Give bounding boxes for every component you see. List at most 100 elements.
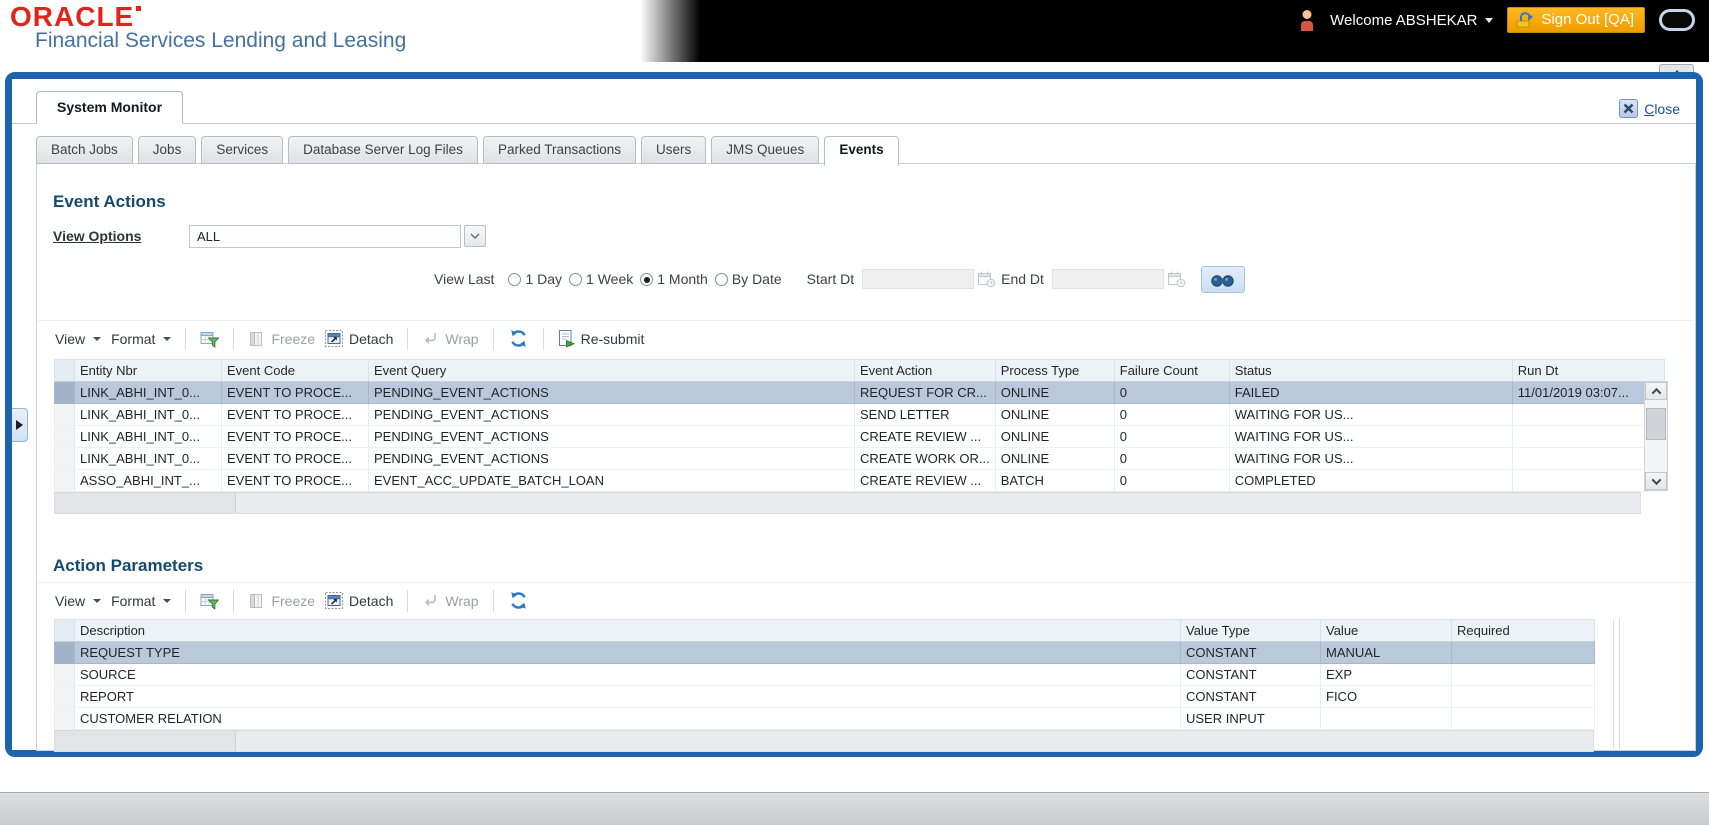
view-options-select[interactable]: ALL xyxy=(189,224,461,248)
cell[interactable] xyxy=(1511,447,1665,470)
tab-database-server-log-files[interactable]: Database Server Log Files xyxy=(288,136,478,164)
format-menu-button[interactable]: Format xyxy=(106,329,176,349)
cell[interactable]: CONSTANT xyxy=(1180,685,1321,708)
cell[interactable]: SEND LETTER xyxy=(854,403,996,426)
cell[interactable]: LINK_ABHI_INT_0... xyxy=(74,447,222,470)
cell[interactable]: CONSTANT xyxy=(1180,641,1321,664)
cell[interactable]: ONLINE xyxy=(994,381,1115,404)
cell[interactable]: CREATE REVIEW ... xyxy=(854,469,996,492)
tab-jobs[interactable]: Jobs xyxy=(137,136,197,164)
cell[interactable]: ONLINE xyxy=(994,403,1115,426)
refresh-button[interactable] xyxy=(503,326,534,351)
expand-sidebar-button[interactable] xyxy=(12,408,28,442)
column-header-failure-count[interactable]: Failure Count xyxy=(1113,359,1230,382)
sign-out-button[interactable]: Sign Out [QA] xyxy=(1507,7,1645,33)
table-row[interactable]: LINK_ABHI_INT_0... EVENT TO PROCE... PENDI… xyxy=(54,447,1665,470)
cell[interactable]: WAITING FOR US... xyxy=(1228,425,1513,448)
cell[interactable] xyxy=(1511,469,1665,492)
cell[interactable]: 0 xyxy=(1113,447,1230,470)
cell[interactable]: USER INPUT xyxy=(1180,707,1321,730)
table-row[interactable]: LINK_ABHI_INT_0... EVENT TO PROCE... PENDI… xyxy=(54,425,1665,448)
row-selector[interactable] xyxy=(54,641,75,664)
row-selector[interactable] xyxy=(54,425,75,448)
detach-button[interactable]: Detach xyxy=(320,328,398,349)
cell[interactable]: 0 xyxy=(1113,403,1230,426)
cell[interactable]: 11/01/2019 03:07... xyxy=(1511,381,1665,404)
scrollbar-up-button[interactable] xyxy=(1645,382,1667,400)
search-binoculars-button[interactable] xyxy=(1200,265,1245,293)
cell[interactable]: BATCH xyxy=(994,469,1115,492)
tab-events[interactable]: Events xyxy=(824,136,899,166)
cell[interactable] xyxy=(1451,685,1595,708)
tab-services[interactable]: Services xyxy=(201,136,284,164)
scrollbar-thumb[interactable] xyxy=(1646,408,1666,440)
column-header-event-action[interactable]: Event Action xyxy=(854,359,996,382)
cell[interactable]: ONLINE xyxy=(994,447,1115,470)
cell[interactable]: EVENT_ACC_UPDATE_BATCH_LOAN xyxy=(368,469,855,492)
cell[interactable]: CREATE WORK OR... xyxy=(854,447,996,470)
cell[interactable]: EVENT TO PROCE... xyxy=(221,469,369,492)
cell[interactable] xyxy=(1511,403,1665,426)
cell[interactable]: REQUEST FOR CR... xyxy=(854,381,996,404)
cell[interactable] xyxy=(1511,425,1665,448)
view-menu-button[interactable]: View xyxy=(50,329,106,349)
row-selector[interactable] xyxy=(54,403,75,426)
table-row[interactable]: REPORT CONSTANT FICO xyxy=(54,685,1595,708)
close-button[interactable]: Close xyxy=(1619,99,1680,118)
cell[interactable]: CONSTANT xyxy=(1180,663,1321,686)
welcome-menu[interactable]: Welcome ABSHEKAR xyxy=(1330,12,1494,29)
cell[interactable] xyxy=(1451,707,1595,730)
cell[interactable]: FICO xyxy=(1320,685,1452,708)
cell[interactable]: PENDING_EVENT_ACTIONS xyxy=(368,403,855,426)
cell[interactable]: MANUAL xyxy=(1320,641,1452,664)
row-selector[interactable] xyxy=(54,707,75,730)
table-row[interactable]: REQUEST TYPE CONSTANT MANUAL xyxy=(54,641,1595,664)
cell[interactable]: 0 xyxy=(1113,425,1230,448)
column-header-description[interactable]: Description xyxy=(74,619,1181,642)
column-header-event-code[interactable]: Event Code xyxy=(221,359,369,382)
cell[interactable]: LINK_ABHI_INT_0... xyxy=(74,381,222,404)
cell[interactable]: 0 xyxy=(1113,469,1230,492)
resubmit-button[interactable]: Re-submit xyxy=(553,327,650,350)
column-header-process-type[interactable]: Process Type xyxy=(994,359,1115,382)
cell[interactable]: CREATE REVIEW ... xyxy=(854,425,996,448)
column-header-status[interactable]: Status xyxy=(1228,359,1513,382)
combobox-dropdown-button[interactable] xyxy=(464,225,486,247)
scrollbar-down-button[interactable] xyxy=(1645,472,1667,490)
cell[interactable]: SOURCE xyxy=(74,663,1181,686)
tab-batch-jobs[interactable]: Batch Jobs xyxy=(36,136,133,164)
query-by-example-button[interactable] xyxy=(195,328,224,350)
cell[interactable]: LINK_ABHI_INT_0... xyxy=(74,403,222,426)
cell[interactable]: PENDING_EVENT_ACTIONS xyxy=(368,425,855,448)
column-header-run-dt[interactable]: Run Dt xyxy=(1511,359,1665,382)
format-menu-button[interactable]: Format xyxy=(106,591,176,611)
radio-by-date[interactable]: By Date xyxy=(714,271,782,287)
column-header-value-type[interactable]: Value Type xyxy=(1180,619,1321,642)
radio-1-month[interactable]: 1 Month xyxy=(640,271,708,287)
tab-jms-queues[interactable]: JMS Queues xyxy=(711,136,820,164)
table-row[interactable]: SOURCE CONSTANT EXP xyxy=(54,663,1595,686)
cell[interactable]: REQUEST TYPE xyxy=(74,641,1181,664)
table-row[interactable]: LINK_ABHI_INT_0... EVENT TO PROCE... PENDI… xyxy=(54,381,1665,404)
cell[interactable]: ASSO_ABHI_INT_... xyxy=(74,469,222,492)
cell[interactable]: 0 xyxy=(1113,381,1230,404)
system-monitor-tab[interactable]: System Monitor xyxy=(36,91,184,124)
cell[interactable]: ONLINE xyxy=(994,425,1115,448)
table-row[interactable]: ASSO_ABHI_INT_... EVENT TO PROCE... EVENT_… xyxy=(54,469,1665,492)
cell[interactable]: EXP xyxy=(1320,663,1452,686)
cell[interactable] xyxy=(1320,707,1452,730)
cell[interactable]: COMPLETED xyxy=(1228,469,1513,492)
cell[interactable] xyxy=(1451,641,1595,664)
cell[interactable]: CUSTOMER RELATION xyxy=(74,707,1181,730)
cell[interactable]: EVENT TO PROCE... xyxy=(221,381,369,404)
cell[interactable]: LINK_ABHI_INT_0... xyxy=(74,425,222,448)
radio-1-day[interactable]: 1 Day xyxy=(508,271,562,287)
cell[interactable]: EVENT TO PROCE... xyxy=(221,425,369,448)
column-header-event-query[interactable]: Event Query xyxy=(368,359,855,382)
tab-users[interactable]: Users xyxy=(641,136,707,164)
column-header-entity-nbr[interactable]: Entity Nbr xyxy=(74,359,222,382)
cell[interactable]: FAILED xyxy=(1228,381,1513,404)
row-selector[interactable] xyxy=(54,663,75,686)
cell[interactable]: WAITING FOR US... xyxy=(1228,447,1513,470)
row-selector[interactable] xyxy=(54,685,75,708)
